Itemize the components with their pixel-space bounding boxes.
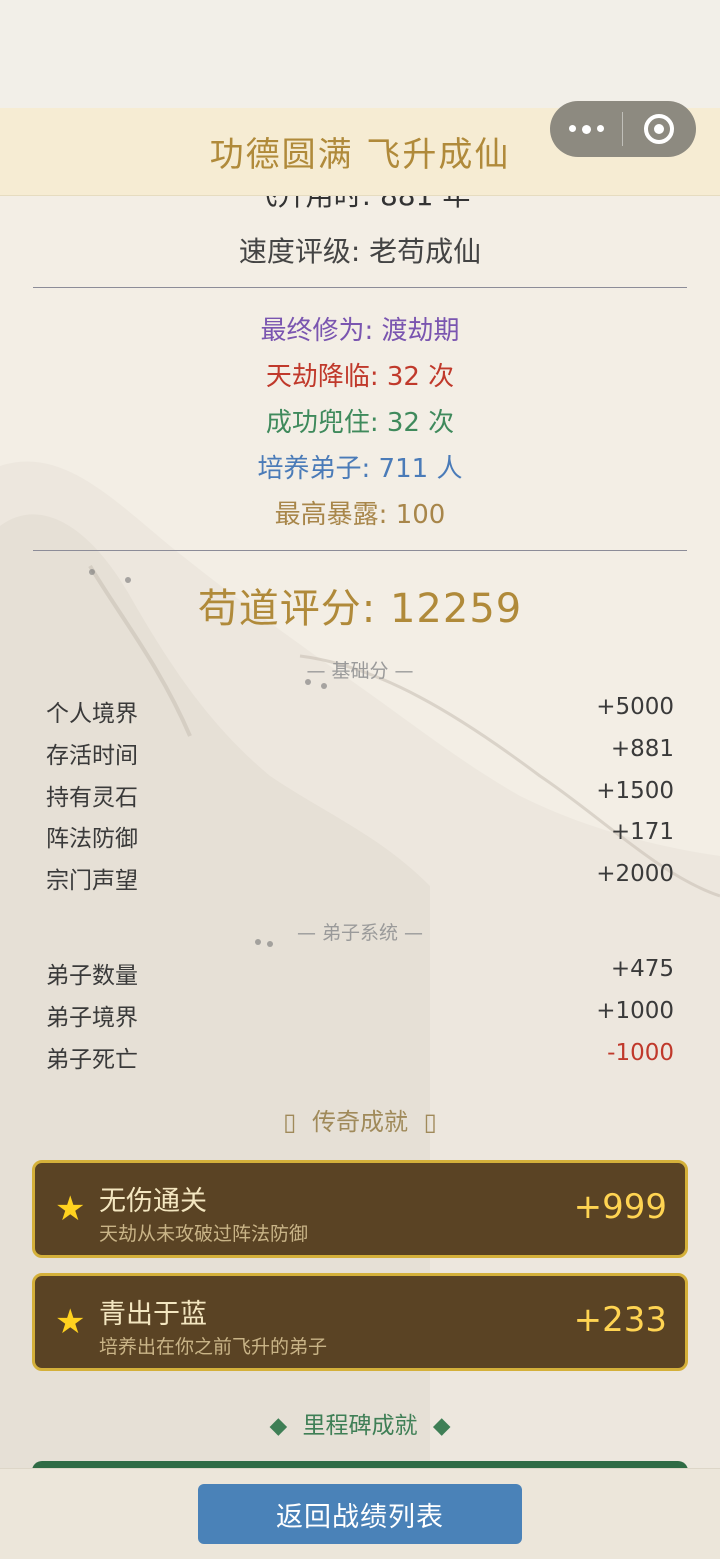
status-bar-area — [0, 0, 720, 108]
achievement-name: 青出于蓝 — [99, 1299, 207, 1330]
achievement-points: +999 — [573, 1187, 667, 1227]
score-row-value: +5000 — [596, 694, 674, 720]
score-row-name: 阵法防御 — [46, 826, 138, 852]
legend-title-text: 传奇成就 — [312, 1108, 408, 1136]
legend-section-title: ▯ 传奇成就 ▯ — [0, 1102, 720, 1137]
achievement-name: 无伤通关 — [99, 1186, 207, 1217]
star-icon: ★ — [55, 1189, 86, 1229]
milestone-section-title: ◆ 里程碑成就 ◆ — [0, 1406, 720, 1440]
score-row-name: 弟子数量 — [46, 963, 138, 989]
score-row-value: +171 — [610, 819, 674, 845]
score-row-value: +1000 — [596, 998, 674, 1024]
ascension-time-text: 飞升用时: 881 年 — [0, 196, 720, 214]
score-row: 弟子数量 +475 — [46, 956, 674, 990]
divider-bottom — [33, 550, 687, 551]
score-row: 存活时间 +881 — [46, 736, 674, 770]
milestone-title-text: 里程碑成就 — [302, 1413, 418, 1439]
bottom-action-bar: 返回战绩列表 — [0, 1468, 720, 1559]
back-to-records-button[interactable]: 返回战绩列表 — [198, 1484, 522, 1544]
more-dots-icon[interactable] — [550, 124, 622, 134]
mini-program-capsule — [550, 101, 696, 157]
total-score: 苟道评分: 12259 — [197, 586, 523, 632]
disciple-section-label: — 弟子系统 — — [296, 922, 424, 944]
score-row: 持有灵石 +1500 — [46, 778, 674, 812]
score-row: 阵法防御 +171 — [46, 819, 674, 853]
score-row-name: 存活时间 — [46, 743, 138, 769]
score-row-name: 个人境界 — [46, 701, 138, 727]
score-row: 个人境界 +5000 — [46, 694, 674, 728]
score-row: 弟子死亡 -1000 — [46, 1040, 674, 1074]
score-row-value: +475 — [610, 956, 674, 982]
diamond-icon: ◆ — [432, 1413, 451, 1439]
stat-final-realm: 最终修为: 渡劫期 — [260, 316, 460, 346]
score-row-name: 持有灵石 — [46, 785, 138, 811]
milestone-card-partial — [32, 1461, 688, 1468]
score-row: 宗门声望 +2000 — [46, 861, 674, 895]
score-row-name: 弟子死亡 — [46, 1047, 138, 1073]
achievement-card[interactable]: ★ 青出于蓝 培养出在你之前飞升的弟子 +233 — [32, 1273, 688, 1371]
score-row-value: -1000 — [607, 1040, 674, 1066]
score-row-value: +881 — [610, 736, 674, 762]
achievement-card[interactable]: ★ 无伤通关 天劫从未攻破过阵法防御 +999 — [32, 1160, 688, 1258]
score-row-value: +1500 — [596, 778, 674, 804]
achievement-points: +233 — [573, 1300, 667, 1340]
page-title: 功德圆满 飞升成仙 — [209, 135, 511, 175]
stat-defended: 成功兜住: 32 次 — [265, 408, 455, 438]
speed-rating-text: 速度评级: 老苟成仙 — [238, 235, 482, 268]
score-row: 弟子境界 +1000 — [46, 998, 674, 1032]
base-section-label: — 基础分 — — [306, 660, 414, 682]
missing-glyph-icon: ▯ — [283, 1108, 297, 1136]
achievement-desc: 天劫从未攻破过阵法防御 — [99, 1223, 309, 1245]
result-scroll-area[interactable]: 飞升用时: 881 年 速度评级: 老苟成仙 最终修为: 渡劫期 天劫降临: 3… — [0, 196, 720, 1468]
stat-tribulations: 天劫降临: 32 次 — [265, 362, 455, 392]
diamond-icon: ◆ — [269, 1413, 288, 1439]
divider-top — [33, 287, 687, 288]
missing-glyph-icon: ▯ — [423, 1108, 437, 1136]
score-row-name: 宗门声望 — [46, 868, 138, 894]
stat-max-exposure: 最高暴露: 100 — [274, 500, 446, 530]
achievement-desc: 培养出在你之前飞升的弟子 — [99, 1336, 328, 1358]
score-row-name: 弟子境界 — [46, 1005, 138, 1031]
star-icon: ★ — [55, 1302, 86, 1342]
stat-disciples: 培养弟子: 711 人 — [257, 454, 463, 484]
score-row-value: +2000 — [596, 861, 674, 887]
target-close-icon[interactable] — [623, 114, 695, 144]
